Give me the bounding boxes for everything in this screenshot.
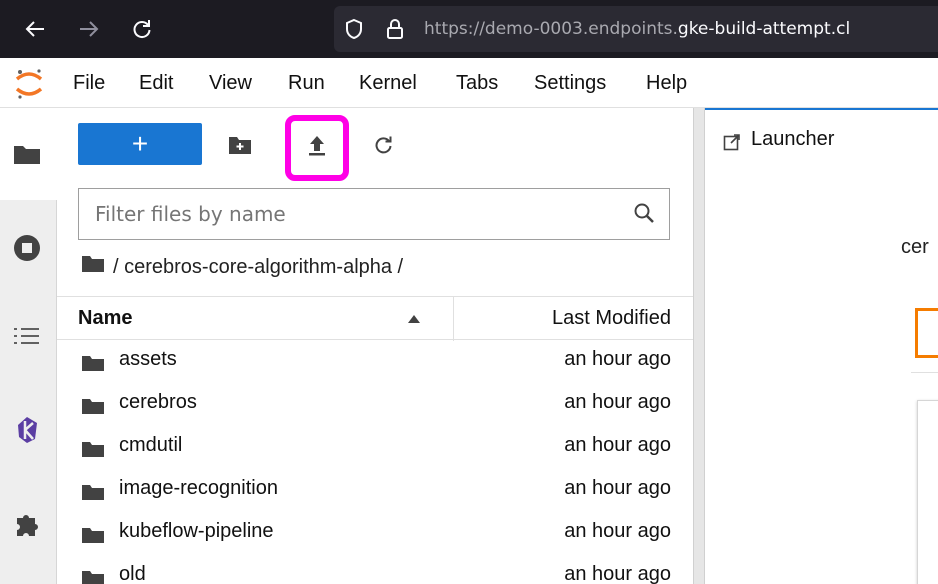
reload-icon[interactable] — [127, 14, 157, 44]
upload-icon — [306, 134, 328, 163]
new-launcher-button[interactable]: + — [78, 123, 202, 165]
file-modified: an hour ago — [564, 391, 671, 413]
folder-icon — [81, 398, 105, 420]
launch-external-icon — [723, 133, 741, 156]
file-name: image-recognition — [119, 477, 278, 499]
file-modified: an hour ago — [564, 348, 671, 370]
divider — [911, 372, 938, 373]
stop-circle-icon[interactable] — [9, 230, 45, 266]
tab-bar: Launcher — [705, 108, 938, 176]
menu-help[interactable]: Help — [646, 72, 687, 95]
file-modified: an hour ago — [564, 477, 671, 499]
refresh-icon[interactable] — [368, 130, 398, 160]
menu-bar: File Edit View Run Kernel Tabs Settings … — [0, 58, 938, 108]
list-icon[interactable] — [9, 318, 45, 354]
column-header-last-modified[interactable]: Last Modified — [552, 307, 671, 330]
file-name: cerebros — [119, 391, 197, 413]
file-modified: an hour ago — [564, 434, 671, 456]
launcher-tile-icon[interactable] — [915, 308, 938, 358]
menu-view[interactable]: View — [209, 72, 252, 95]
menu-file[interactable]: File — [73, 72, 105, 95]
browser-toolbar: https://demo-0003.endpoints.gke-build-at… — [0, 0, 938, 58]
folder-icon — [81, 355, 105, 377]
table-row[interactable]: cerebros an hour ago — [57, 383, 693, 426]
jupyter-logo-icon — [14, 67, 44, 106]
url-bar[interactable]: https://demo-0003.endpoints.gke-build-at… — [334, 6, 938, 52]
file-name: old — [119, 563, 146, 584]
file-name: assets — [119, 348, 177, 370]
file-name: kubeflow-pipeline — [119, 520, 274, 542]
tab-launcher[interactable]: Launcher — [705, 108, 938, 176]
lock-icon[interactable] — [386, 18, 404, 45]
table-row[interactable]: assets an hour ago — [57, 340, 693, 383]
column-header-name[interactable]: Name — [78, 307, 132, 330]
new-folder-icon[interactable] — [225, 130, 255, 160]
launcher-card[interactable] — [917, 400, 938, 584]
file-name: cmdutil — [119, 434, 183, 456]
folder-icon — [81, 527, 105, 549]
back-arrow-icon[interactable] — [20, 14, 50, 44]
folder-icon — [81, 484, 105, 506]
breadcrumb-root-folder-icon[interactable] — [81, 255, 105, 279]
column-divider[interactable] — [453, 297, 454, 341]
file-list: assets an hour ago cerebros an hour ago … — [57, 340, 693, 584]
panel-splitter[interactable] — [693, 108, 705, 584]
file-list-header: Name Last Modified — [57, 296, 693, 341]
forward-arrow-icon[interactable] — [74, 14, 104, 44]
launcher-section-heading: cer — [901, 236, 929, 258]
breadcrumb-path[interactable]: / cerebros-core-algorithm-alpha / — [113, 256, 403, 279]
table-row[interactable]: cmdutil an hour ago — [57, 426, 693, 469]
file-modified: an hour ago — [564, 563, 671, 584]
sort-ascending-icon[interactable] — [407, 311, 421, 329]
menu-run[interactable]: Run — [288, 72, 325, 95]
breadcrumb: / cerebros-core-algorithm-alpha / — [81, 255, 403, 279]
table-row[interactable]: old an hour ago — [57, 555, 693, 584]
folder-icon — [81, 441, 105, 463]
menu-settings[interactable]: Settings — [534, 72, 606, 95]
folder-icon[interactable] — [9, 136, 45, 172]
search-icon — [633, 202, 655, 229]
file-browser: + / cerebros-core-algorithm-alpha / Name… — [57, 108, 693, 584]
shield-icon[interactable] — [344, 18, 364, 45]
tab-launcher-label: Launcher — [751, 128, 835, 150]
filter-box — [78, 188, 670, 240]
url-text[interactable]: https://demo-0003.endpoints.gke-build-at… — [424, 19, 850, 39]
menu-edit[interactable]: Edit — [139, 72, 173, 95]
menu-kernel[interactable]: Kernel — [359, 72, 417, 95]
menu-tabs[interactable]: Tabs — [456, 72, 498, 95]
file-modified: an hour ago — [564, 520, 671, 542]
main-dock-area: Launcher cer — [705, 108, 938, 584]
activity-bar — [0, 108, 57, 584]
kubeflow-icon[interactable] — [9, 412, 45, 448]
plus-label: + — [131, 128, 149, 159]
filter-input[interactable] — [95, 202, 615, 226]
table-row[interactable]: image-recognition an hour ago — [57, 469, 693, 512]
upload-button[interactable] — [285, 115, 349, 181]
table-row[interactable]: kubeflow-pipeline an hour ago — [57, 512, 693, 555]
folder-icon — [81, 570, 105, 584]
extension-puzzle-icon[interactable] — [9, 506, 45, 542]
